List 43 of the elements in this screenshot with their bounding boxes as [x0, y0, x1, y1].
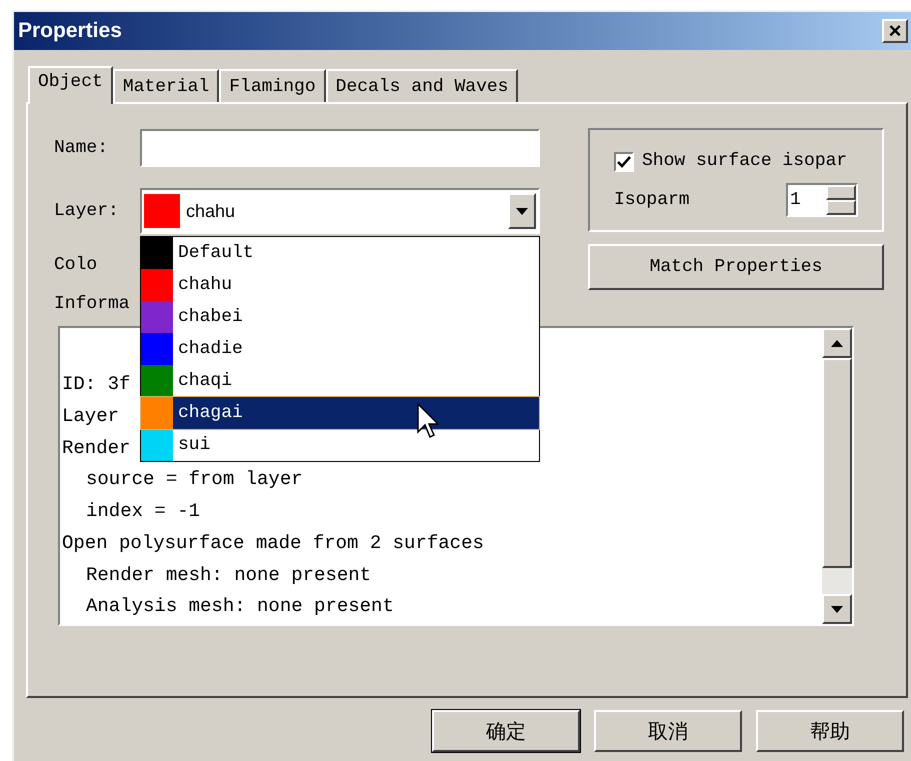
information-line: Render mesh: none present	[85, 562, 372, 588]
information-line: ID: 3f	[62, 372, 130, 397]
layer-option[interactable]: chabei	[141, 301, 539, 333]
information-line: source = from layer	[85, 467, 303, 492]
show-isoparm-label: Show surface isopar	[642, 150, 848, 173]
layer-option[interactable]: Default	[141, 237, 539, 269]
dialog-button[interactable]: 确定	[432, 710, 580, 752]
layer-option[interactable]: chaqi	[141, 365, 539, 397]
information-line: Layer	[62, 404, 120, 429]
layer-value: chahu	[186, 200, 236, 222]
match-properties-button[interactable]: Match Properties	[588, 244, 884, 290]
information-line: Render	[62, 436, 130, 460]
show-isoparm-checkbox[interactable]	[614, 152, 634, 172]
isoparm-label: Isoparm	[614, 188, 691, 212]
layer-label: Layer:	[54, 200, 120, 222]
tab[interactable]: Object	[28, 66, 113, 104]
tab[interactable]: Flamingo	[219, 69, 326, 102]
scroll-thumb[interactable]	[822, 358, 852, 568]
name-label: Name:	[54, 136, 110, 160]
layer-option[interactable]: chagai	[141, 397, 539, 429]
window-title: Properties	[18, 18, 122, 44]
dialog-button[interactable]: 取消	[594, 710, 742, 752]
information-line: Open polysurface made from 2 surfaces	[62, 530, 484, 556]
spin-arrows-icon[interactable]	[826, 185, 856, 215]
layer-dropdown[interactable]: chahu	[140, 188, 540, 234]
name-field[interactable]	[140, 129, 540, 167]
information-label: Informa	[54, 292, 130, 316]
tab[interactable]: Material	[112, 69, 220, 102]
layer-option[interactable]: chadie	[141, 333, 539, 365]
information-line: index = -1	[85, 499, 200, 524]
isoparm-spinner[interactable]: 1	[786, 183, 858, 217]
mouse-cursor-icon	[417, 403, 439, 439]
layer-option[interactable]: sui	[141, 429, 539, 461]
tab[interactable]: Decals and Waves	[326, 69, 518, 102]
close-button[interactable]: ×	[882, 19, 908, 43]
scrollbar[interactable]	[822, 328, 852, 624]
color-label: Colo	[54, 254, 98, 276]
scroll-up-icon[interactable]	[822, 328, 852, 358]
dialog-button[interactable]: 帮助	[756, 710, 904, 752]
layer-option[interactable]: chahu	[141, 269, 539, 301]
information-line: Analysis mesh: none present	[85, 594, 394, 620]
scroll-down-icon[interactable]	[822, 594, 852, 624]
isoparm-value: 1	[789, 188, 802, 212]
